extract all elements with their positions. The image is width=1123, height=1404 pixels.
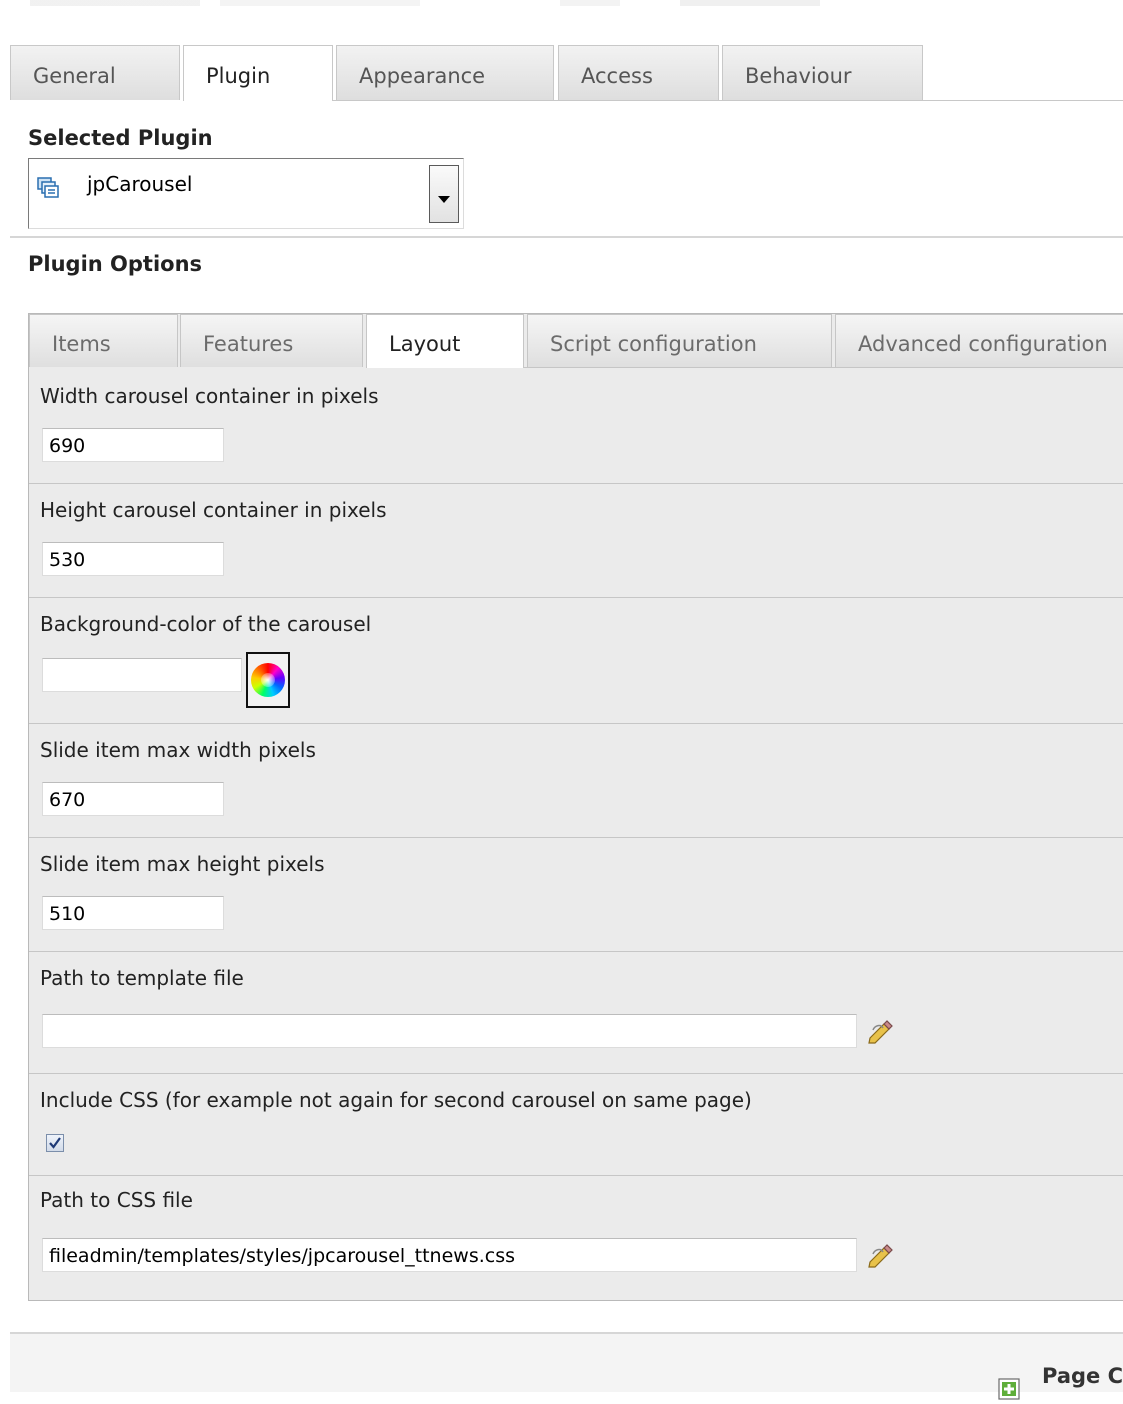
pencil-icon[interactable] — [867, 1244, 895, 1268]
field-label: Slide item max width pixels — [40, 738, 316, 762]
tabbar-divider — [333, 100, 1123, 101]
field-label: Path to template file — [40, 966, 244, 990]
field-label: Path to CSS file — [40, 1188, 193, 1212]
field-width-row: Width carousel container in pixels 690 — [29, 368, 1123, 484]
field-max-height-row: Slide item max height pixels 510 — [29, 838, 1123, 952]
footer-bar — [10, 1334, 1123, 1392]
field-label: Height carousel container in pixels — [40, 498, 387, 522]
tab-behaviour[interactable]: Behaviour — [722, 45, 923, 100]
width-input[interactable]: 690 — [42, 428, 224, 462]
plugin-icon — [37, 177, 59, 199]
plugin-select-value: jpCarousel — [87, 172, 193, 196]
max-width-input[interactable]: 670 — [42, 782, 224, 816]
tab-appearance[interactable]: Appearance — [336, 45, 554, 100]
tab-label: Appearance — [359, 64, 486, 88]
include-css-checkbox[interactable] — [46, 1134, 64, 1152]
subtab-label: Features — [203, 332, 294, 356]
tab-label: Behaviour — [745, 64, 852, 88]
height-input[interactable]: 530 — [42, 542, 224, 576]
plugin-select[interactable]: jpCarousel — [28, 158, 464, 229]
top-header-strip — [0, 0, 1123, 14]
subtab-features[interactable]: Features — [180, 314, 363, 367]
bgcolor-input[interactable] — [42, 658, 242, 692]
add-page-icon[interactable] — [998, 1378, 1020, 1404]
tab-general[interactable]: General — [10, 45, 180, 100]
field-bgcolor-row: Background-color of the carousel — [29, 598, 1123, 724]
field-template-row: Path to template file — [29, 952, 1123, 1074]
tab-label: Plugin — [206, 64, 271, 88]
subtab-advanced-configuration[interactable]: Advanced configuration — [835, 314, 1123, 367]
subtab-label: Script configuration — [550, 332, 757, 356]
field-include-css-row: Include CSS (for example not again for s… — [29, 1074, 1123, 1176]
section-divider — [10, 236, 1123, 238]
plugin-options-heading: Plugin Options — [28, 252, 203, 276]
tab-label: Access — [581, 64, 653, 88]
field-label: Slide item max height pixels — [40, 852, 325, 876]
chevron-down-icon[interactable] — [429, 165, 459, 223]
subtab-script-configuration[interactable]: Script configuration — [527, 314, 832, 367]
selected-plugin-heading: Selected Plugin — [28, 126, 213, 150]
field-label: Background-color of the carousel — [40, 612, 372, 636]
field-css-path-row: Path to CSS file fileadmin/templates/sty… — [29, 1176, 1123, 1300]
page-content-link[interactable]: Page C — [1042, 1364, 1123, 1388]
field-max-width-row: Slide item max width pixels 670 — [29, 724, 1123, 838]
color-wheel-icon — [251, 663, 285, 697]
pencil-icon[interactable] — [867, 1020, 895, 1044]
main-tabbar: General Plugin Appearance Access Behavio… — [10, 45, 1123, 101]
template-path-input[interactable] — [42, 1014, 857, 1048]
tab-access[interactable]: Access — [558, 45, 719, 100]
check-icon — [49, 1137, 61, 1149]
subtab-label: Items — [52, 332, 111, 356]
subtab-items[interactable]: Items — [29, 314, 178, 367]
max-height-input[interactable]: 510 — [42, 896, 224, 930]
tab-plugin[interactable]: Plugin — [183, 45, 333, 101]
plugin-options-panel: Items Features Layout Script configurati… — [28, 313, 1123, 1301]
color-picker-button[interactable] — [246, 652, 290, 708]
field-label: Width carousel container in pixels — [40, 384, 379, 408]
subtab-label: Advanced configuration — [858, 332, 1108, 356]
tab-label: General — [33, 64, 116, 88]
field-label: Include CSS (for example not again for s… — [40, 1088, 752, 1112]
subtab-layout[interactable]: Layout — [366, 314, 524, 368]
subtab-label: Layout — [389, 332, 461, 356]
field-height-row: Height carousel container in pixels 530 — [29, 484, 1123, 598]
css-path-input[interactable]: fileadmin/templates/styles/jpcarousel_tt… — [42, 1238, 857, 1272]
